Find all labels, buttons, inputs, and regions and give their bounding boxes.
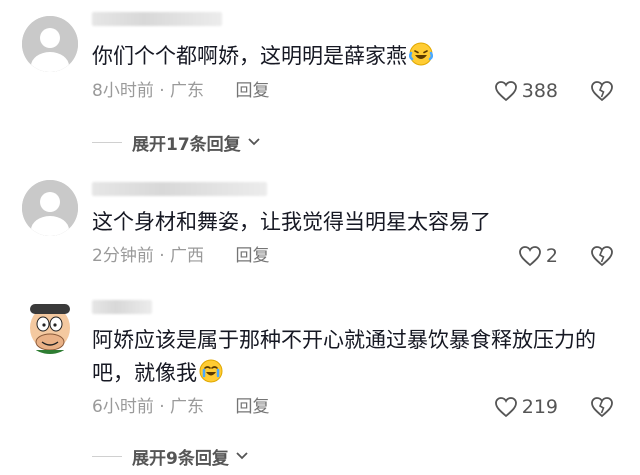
divider xyxy=(92,141,122,143)
username-redacted[interactable] xyxy=(92,182,267,196)
crying-laughing-emoji xyxy=(199,359,223,383)
username-redacted[interactable] xyxy=(92,12,222,26)
comment-location: 广东 xyxy=(170,81,205,101)
comment-time: 2分钟前 xyxy=(92,246,154,266)
chevron-down-icon xyxy=(236,452,248,460)
like-count: 219 xyxy=(521,396,558,418)
expand-replies-button[interactable]: 展开9条回复 xyxy=(92,444,249,469)
like-button[interactable]: 388 xyxy=(494,79,558,103)
broken-heart-icon[interactable] xyxy=(590,244,614,268)
like-button[interactable]: 2 xyxy=(518,244,558,268)
expand-replies-label: 展开17条回复 xyxy=(132,134,241,155)
heart-icon xyxy=(494,397,517,418)
divider xyxy=(92,455,122,457)
separator: · xyxy=(159,397,165,417)
comment-text: 你们个个都啊娇，这明明是薛家燕 xyxy=(92,40,622,73)
reply-button[interactable]: 回复 xyxy=(235,246,269,266)
comment-location: 广西 xyxy=(170,246,205,266)
expand-replies-button[interactable]: 展开17条回复 xyxy=(92,130,261,155)
heart-icon xyxy=(494,81,517,102)
like-button[interactable]: 219 xyxy=(494,395,558,419)
comment-meta: 2分钟前 · 广西 回复 xyxy=(92,245,269,267)
comment-meta: 6小时前 · 广东 回复 xyxy=(92,396,269,418)
comment-time: 8小时前 xyxy=(92,81,154,101)
expand-replies-label: 展开9条回复 xyxy=(132,448,229,469)
comment-time: 6小时前 xyxy=(92,397,154,417)
comment-text-content: 你们个个都啊娇，这明明是薛家燕 xyxy=(92,44,407,68)
default-avatar-icon xyxy=(22,16,78,72)
broken-heart-icon[interactable] xyxy=(590,395,614,419)
username-redacted[interactable] xyxy=(92,300,152,314)
chevron-down-icon xyxy=(248,138,260,146)
avatar[interactable] xyxy=(22,180,78,236)
avatar[interactable] xyxy=(22,16,78,72)
reply-button[interactable]: 回复 xyxy=(235,397,269,417)
comment-text: 阿娇应该是属于那种不开心就通过暴饮暴食释放压力的吧，就像我 xyxy=(92,324,612,390)
comment-meta: 8小时前 · 广东 回复 xyxy=(92,80,269,102)
default-avatar-icon xyxy=(22,180,78,236)
comment-location: 广东 xyxy=(170,397,205,417)
cartoon-character-avatar-icon xyxy=(22,298,78,354)
comment-text-content: 这个身材和舞姿，让我觉得当明星太容易了 xyxy=(92,210,491,234)
comment-text: 这个身材和舞姿，让我觉得当明星太容易了 xyxy=(92,206,622,239)
avatar[interactable] xyxy=(22,298,78,354)
like-count: 388 xyxy=(521,80,558,102)
like-count: 2 xyxy=(545,245,558,267)
heart-icon xyxy=(519,246,541,267)
laughing-crying-emoji xyxy=(409,42,433,66)
separator: · xyxy=(159,81,165,101)
separator: · xyxy=(159,246,165,266)
reply-button[interactable]: 回复 xyxy=(235,81,269,101)
broken-heart-icon[interactable] xyxy=(590,79,614,103)
comment-text-content: 阿娇应该是属于那种不开心就通过暴饮暴食释放压力的吧，就像我 xyxy=(92,328,596,385)
